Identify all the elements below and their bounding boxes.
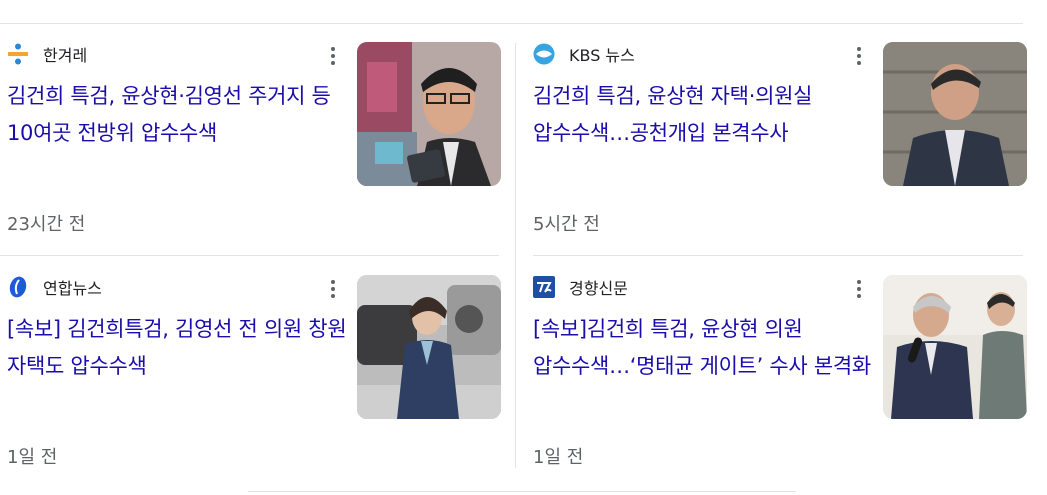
article-time: 5시간 전 <box>533 214 600 235</box>
article-title[interactable]: [속보] 김건희특검, 김영선 전 의원 창원 자택도 압수수색 <box>7 311 347 385</box>
more-options-icon[interactable] <box>849 277 869 301</box>
article-thumbnail[interactable] <box>357 42 501 186</box>
article-title[interactable]: 김건희 특검, 윤상현·김영선 주거지 등 10여곳 전방위 압수수색 <box>7 78 347 152</box>
news-card[interactable]: 경향신문 [속보]김건희 특검, 윤상현 의원 압수수색…‘명태균 게이트’ 수… <box>533 275 1028 475</box>
source-row: 한겨레 <box>7 42 87 66</box>
article-thumbnail[interactable] <box>883 275 1027 419</box>
article-thumbnail[interactable] <box>883 42 1027 186</box>
more-options-icon[interactable] <box>323 277 343 301</box>
source-row: 연합뉴스 <box>7 275 102 299</box>
more-options-icon[interactable] <box>849 44 869 68</box>
article-thumbnail[interactable] <box>357 275 501 419</box>
row-divider-right <box>533 255 1023 256</box>
source-name: 연합뉴스 <box>43 279 102 298</box>
kyunghyang-logo-icon <box>533 276 555 298</box>
article-time: 23시간 전 <box>7 214 86 235</box>
article-title[interactable]: 김건희 특검, 윤상현 자택·의원실 압수수색…공천개입 본격수사 <box>533 78 873 152</box>
hankyoreh-logo-icon <box>7 43 29 65</box>
column-divider <box>515 43 516 468</box>
article-title[interactable]: [속보]김건희 특검, 윤상현 의원 압수수색…‘명태균 게이트’ 수사 본격화 <box>533 311 873 385</box>
top-divider <box>0 23 1023 24</box>
source-name: 경향신문 <box>569 279 628 298</box>
source-name: KBS 뉴스 <box>569 46 635 65</box>
source-row: KBS 뉴스 <box>533 42 635 66</box>
article-time: 1일 전 <box>7 447 58 468</box>
article-time: 1일 전 <box>533 447 584 468</box>
news-card[interactable]: 한겨레 김건희 특검, 윤상현·김영선 주거지 등 10여곳 전방위 압수수색 … <box>7 42 502 242</box>
row-divider-left <box>0 255 499 256</box>
yonhap-logo-icon <box>7 276 29 298</box>
news-card[interactable]: KBS 뉴스 김건희 특검, 윤상현 자택·의원실 압수수색…공천개입 본격수사… <box>533 42 1028 242</box>
bottom-divider <box>248 491 796 492</box>
kbs-logo-icon <box>533 43 555 65</box>
news-card[interactable]: 연합뉴스 [속보] 김건희특검, 김영선 전 의원 창원 자택도 압수수색 1일… <box>7 275 502 475</box>
source-name: 한겨레 <box>43 46 88 65</box>
more-options-icon[interactable] <box>323 44 343 68</box>
source-row: 경향신문 <box>533 275 628 299</box>
